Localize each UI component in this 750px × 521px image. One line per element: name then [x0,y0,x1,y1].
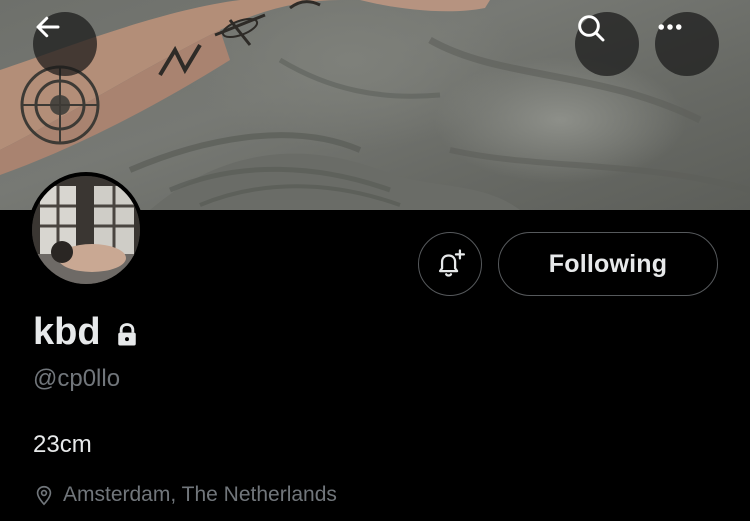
bell-plus-icon [438,249,466,277]
search-button[interactable] [575,12,639,76]
following-button[interactable]: Following [498,232,718,296]
notifications-toggle-button[interactable] [418,232,482,296]
more-horizontal-icon [658,24,682,30]
location-text: Amsterdam, The Netherlands [63,483,337,506]
avatar-photo [32,176,140,284]
lock-icon [113,321,141,349]
profile-avatar[interactable] [28,172,144,288]
arrow-left-icon [36,16,60,38]
location-row: Amsterdam, The Netherlands [33,481,337,509]
profile-bio: 23cm [33,431,92,458]
search-icon [578,15,605,42]
display-name-row: kbd [33,310,141,354]
user-handle: @cp0llo [33,365,121,392]
back-button[interactable] [33,12,97,76]
map-pin-icon [36,485,52,506]
display-name: kbd [33,311,101,353]
more-options-button[interactable] [655,12,719,76]
